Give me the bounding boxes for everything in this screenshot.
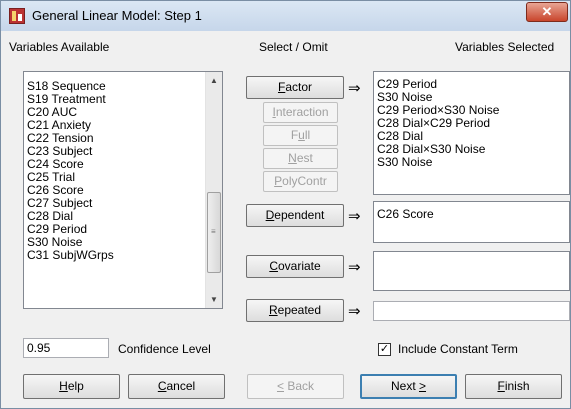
back-button[interactable]: < Back [247,374,344,399]
next-button[interactable]: Next > [360,374,457,399]
covariate-selected-list[interactable] [373,251,570,291]
confidence-level-field[interactable]: 0.95 [23,338,109,358]
covariate-button[interactable]: Covariate [246,255,344,278]
list-item[interactable]: C26 Score [374,208,569,221]
scroll-up-arrow-icon[interactable]: ▲ [206,72,222,89]
variables-available-list[interactable]: S18 Sequence S19 Treatment C20 AUC C21 Anxi… [23,71,223,309]
button-label-prefix: Next [390,379,419,393]
factor-button[interactable]: Factor [246,76,344,99]
dependent-selected-list[interactable]: C26 Score [373,201,570,243]
available-list-scrollbar[interactable]: ▲ ≡ ▼ [205,72,222,308]
button-label-underline: N [288,151,297,165]
list-item[interactable]: S30 Noise [374,156,569,169]
title-bar: General Linear Model: Step 1 ✕ [1,1,570,31]
finish-button[interactable]: Finish [465,374,562,399]
button-label-rest: actor [285,80,313,94]
checkmark-icon: ✓ [379,343,390,355]
interaction-button[interactable]: Interaction [263,102,338,123]
variables-available-label: Variables Available [9,40,110,54]
button-label-rest: elp [67,379,84,393]
button-label-underline: P [274,174,283,188]
select-omit-label: Select / Omit [259,40,328,54]
button-label-rest: inish [504,379,530,393]
button-label-rest: est [296,151,313,165]
include-constant-checkbox[interactable]: ✓ [378,343,391,356]
button-label-rest: ependent [274,208,325,222]
button-label-rest: ovariate [277,259,321,273]
include-constant-label: Include Constant Term [398,342,518,356]
polycontr-button[interactable]: PolyContr [263,171,338,192]
dependent-button[interactable]: Dependent [246,204,344,227]
button-label-rest: olyContr [282,174,327,188]
button-label-rest: ancel [166,379,196,393]
cancel-button[interactable]: Cancel [128,374,225,399]
button-label-underline: H [59,379,68,393]
covariate-arrow-icon: ⇒ [348,259,361,276]
confidence-level-label: Confidence Level [118,342,211,356]
scroll-down-arrow-icon[interactable]: ▼ [206,291,222,308]
glm-step1-dialog: General Linear Model: Step 1 ✕ Variables… [0,0,571,409]
button-label-rest: Back [284,379,315,393]
scroll-thumb[interactable]: ≡ [207,192,221,273]
nest-button[interactable]: Nest [263,148,338,169]
button-label-underline: F [497,379,505,393]
button-label-rest: epeated [277,303,322,317]
factor-selected-list[interactable]: C29 Period S30 Noise C29 Period×S30 Noise C… [373,71,570,195]
dependent-arrow-icon: ⇒ [348,208,361,225]
button-label-underline: < [276,379,284,393]
button-label-underline: u [298,128,305,142]
help-button[interactable]: Help [23,374,120,399]
button-label-underline: > [419,379,427,393]
scroll-grip-icon: ≡ [211,227,216,236]
repeated-field[interactable] [373,301,570,321]
app-icon [9,8,25,24]
factor-arrow-icon: ⇒ [348,80,361,97]
full-button[interactable]: Full [263,125,338,146]
window-title: General Linear Model: Step 1 [32,8,202,23]
button-label-rest: ll [304,128,311,142]
variables-selected-label: Variables Selected [455,40,555,54]
list-item[interactable]: C31 SubjWGrps [24,249,222,262]
close-button[interactable]: ✕ [526,2,568,22]
repeated-button[interactable]: Repeated [246,299,344,322]
repeated-arrow-icon: ⇒ [348,303,361,320]
button-label-underline: C [269,259,278,273]
button-label-underline: D [265,208,275,222]
button-label-rest: nteraction [275,105,329,119]
button-label-underline: R [268,303,278,317]
